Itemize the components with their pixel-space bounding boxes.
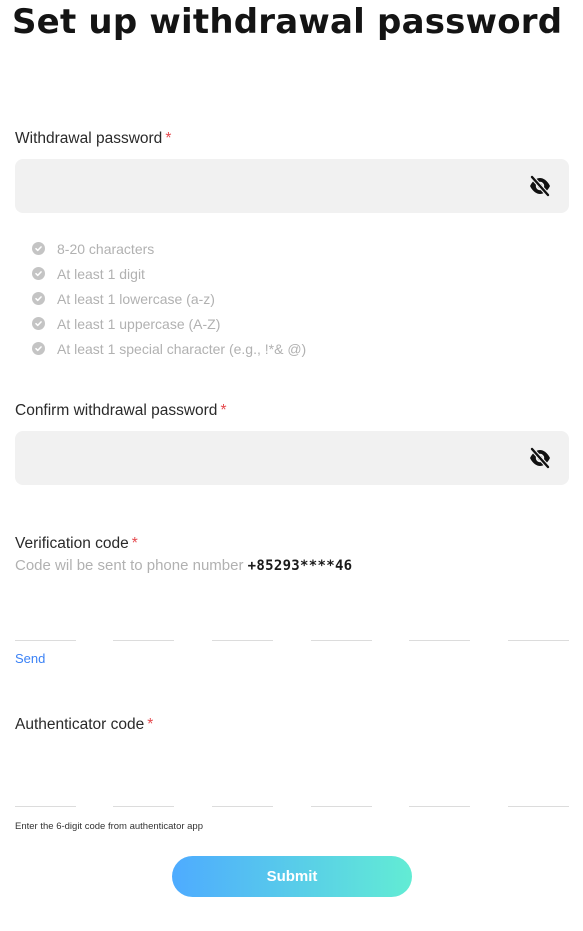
verification-hint-text: Code wil be sent to phone number bbox=[15, 557, 244, 574]
check-circle-icon bbox=[32, 317, 45, 330]
required-mark: * bbox=[165, 130, 172, 147]
verification-code-inputs bbox=[15, 612, 569, 642]
password-rule: At least 1 lowercase (a-z) bbox=[32, 286, 306, 311]
phone-number: +85293****46 bbox=[247, 558, 353, 574]
authenticator-code-inputs bbox=[15, 778, 569, 808]
send-code-link[interactable]: Send bbox=[15, 651, 45, 666]
required-mark: * bbox=[131, 535, 138, 552]
required-mark: * bbox=[147, 716, 154, 733]
verification-code-label-text: Verification code bbox=[15, 535, 129, 552]
verification-digit-input[interactable] bbox=[212, 612, 273, 641]
required-mark: * bbox=[220, 402, 227, 419]
authenticator-code-label: Authenticator code * bbox=[15, 716, 153, 734]
authenticator-digit-input[interactable] bbox=[409, 778, 470, 807]
submit-button[interactable]: Submit bbox=[172, 856, 412, 897]
password-rule-text: At least 1 special character (e.g., !*& … bbox=[57, 340, 307, 357]
confirm-password-label: Confirm withdrawal password * bbox=[15, 402, 226, 420]
confirm-password-input[interactable] bbox=[15, 431, 569, 485]
withdrawal-password-label-text: Withdrawal password bbox=[15, 130, 163, 147]
verification-digit-input[interactable] bbox=[113, 612, 174, 641]
page-title: Set up withdrawal password bbox=[12, 2, 563, 42]
authenticator-digit-input[interactable] bbox=[212, 778, 273, 807]
password-rule-text: 8-20 characters bbox=[57, 240, 155, 257]
verification-code-label: Verification code * bbox=[15, 535, 138, 553]
authenticator-hint: Enter the 6-digit code from authenticato… bbox=[15, 821, 204, 832]
confirm-password-label-text: Confirm withdrawal password bbox=[15, 402, 218, 419]
password-rule: At least 1 uppercase (A-Z) bbox=[32, 311, 306, 336]
verification-digit-input[interactable] bbox=[15, 612, 76, 641]
verification-digit-input[interactable] bbox=[409, 612, 470, 641]
verification-hint: Code wil be sent to phone number +85293*… bbox=[15, 557, 352, 574]
password-rule-text: At least 1 lowercase (a-z) bbox=[57, 290, 215, 307]
authenticator-digit-input[interactable] bbox=[311, 778, 372, 807]
password-rule-text: At least 1 digit bbox=[57, 265, 145, 282]
withdrawal-password-label: Withdrawal password * bbox=[15, 130, 171, 148]
authenticator-digit-input[interactable] bbox=[113, 778, 174, 807]
verification-digit-input[interactable] bbox=[508, 612, 569, 641]
check-circle-icon bbox=[32, 242, 45, 255]
withdrawal-password-input[interactable] bbox=[15, 159, 569, 213]
verification-digit-input[interactable] bbox=[311, 612, 372, 641]
authenticator-digit-input[interactable] bbox=[15, 778, 76, 807]
password-rule: At least 1 special character (e.g., !*& … bbox=[32, 336, 306, 361]
password-rule: At least 1 digit bbox=[32, 261, 306, 286]
check-circle-icon bbox=[32, 267, 45, 280]
check-circle-icon bbox=[32, 342, 45, 355]
authenticator-digit-input[interactable] bbox=[508, 778, 569, 807]
password-rules-list: 8-20 characters At least 1 digit At leas… bbox=[32, 236, 306, 361]
authenticator-code-label-text: Authenticator code bbox=[15, 716, 145, 733]
password-rule: 8-20 characters bbox=[32, 236, 306, 261]
eye-off-icon[interactable] bbox=[528, 175, 552, 197]
password-rule-text: At least 1 uppercase (A-Z) bbox=[57, 315, 221, 332]
eye-off-icon[interactable] bbox=[528, 447, 552, 469]
check-circle-icon bbox=[32, 292, 45, 305]
